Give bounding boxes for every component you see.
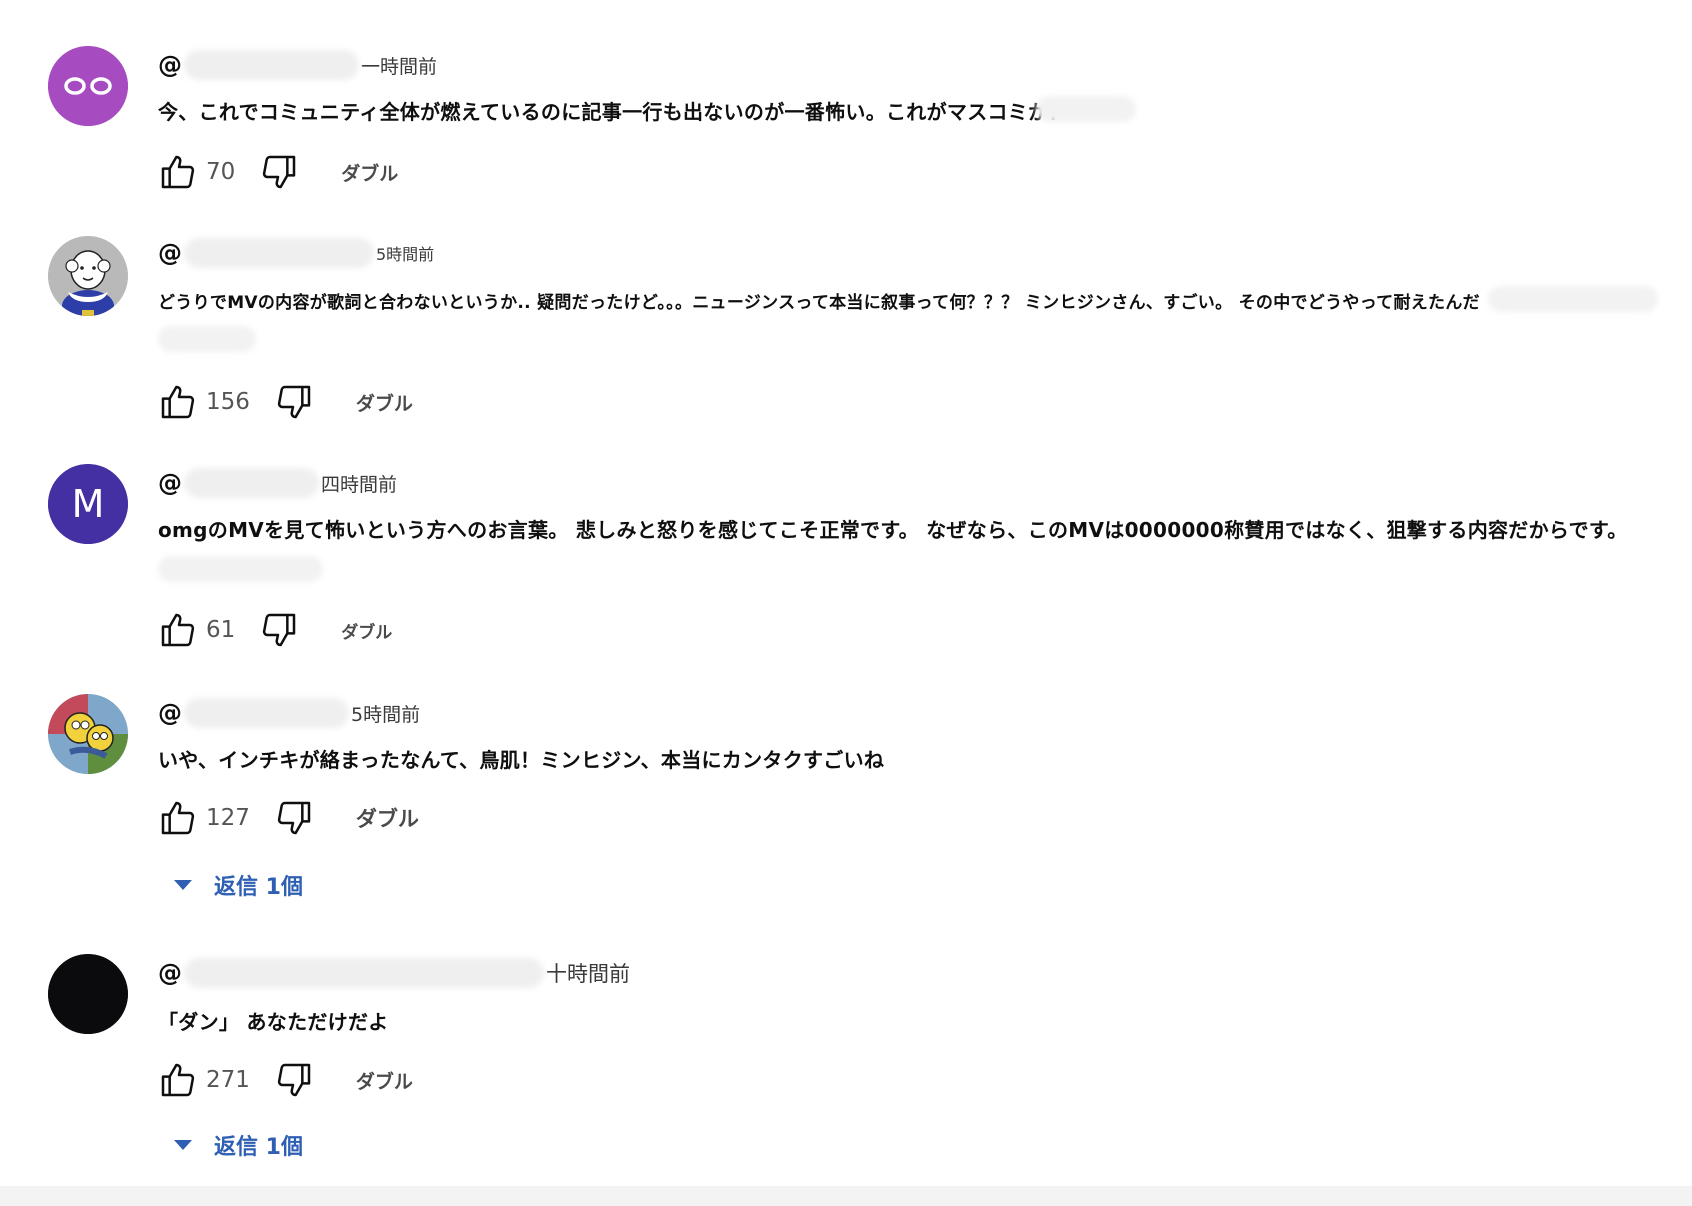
- dislike-button[interactable]: [257, 150, 301, 194]
- author-handle[interactable]: @: [158, 239, 182, 267]
- comment-header: @ 5時間前: [158, 696, 420, 730]
- author-handle[interactable]: @: [158, 699, 182, 727]
- redacted-text: [158, 556, 323, 582]
- comment-body: 「ダン」 あなただけだよ: [158, 1010, 389, 1034]
- author-handle[interactable]: @: [158, 469, 182, 497]
- eyes-avatar-icon[interactable]: [48, 46, 128, 126]
- dub-button[interactable]: ダブル: [356, 803, 419, 833]
- thumbs-down-icon: [277, 801, 311, 835]
- replies-label: 返信 1個: [214, 875, 303, 900]
- comment-time[interactable]: 5時間前: [376, 241, 434, 265]
- comment-time[interactable]: 四時間前: [321, 470, 397, 497]
- comment-body: omgのMVを見て怖いという方へのお言葉。 悲しみと怒りを感じてこそ正常です。 …: [158, 518, 1628, 542]
- thumbs-up-icon: [161, 385, 195, 419]
- thumbs-down-icon: [263, 613, 296, 647]
- replies-label: 返信 1個: [214, 1135, 303, 1160]
- redacted-text: [158, 326, 256, 352]
- show-replies-button[interactable]: 返信 1個: [174, 1128, 303, 1162]
- comment-actions: 61 ダブル: [156, 608, 392, 652]
- dislike-button[interactable]: [272, 1058, 316, 1102]
- dislike-button[interactable]: [272, 380, 316, 424]
- cartoon-avatar-icon[interactable]: [48, 694, 128, 774]
- black-avatar-icon[interactable]: [48, 954, 128, 1034]
- redacted-handle: [184, 238, 374, 268]
- comment-header: @ 十時間前: [158, 956, 630, 990]
- comment-actions: 70 ダブル: [156, 150, 398, 194]
- redacted-handle: [184, 50, 359, 80]
- thumbs-up-icon: [161, 1063, 195, 1097]
- chevron-down-icon: [174, 880, 192, 890]
- like-button[interactable]: [156, 796, 200, 840]
- letter-avatar-icon[interactable]: M: [48, 464, 128, 544]
- cartoon-old-man-avatar-icon[interactable]: [48, 236, 128, 316]
- like-button[interactable]: [156, 380, 200, 424]
- thumbs-down-icon: [277, 385, 311, 419]
- comment-header: @ 5時間前: [158, 236, 434, 270]
- show-replies-button[interactable]: 返信 1個: [174, 868, 303, 902]
- redacted-text: [1036, 96, 1136, 122]
- like-count: 156: [206, 389, 250, 415]
- comment-body: いや、インチキが絡まったなんて、鳥肌！ミンヒジン、本当にカンタクすごいね: [158, 748, 885, 772]
- comment-body: 今、これでコミュニティ全体が燃えているのに記事一行も出ないのが一番怖い。これがマ…: [158, 100, 1069, 124]
- thumbs-down-icon: [277, 1063, 311, 1097]
- author-handle[interactable]: @: [158, 51, 182, 79]
- like-button[interactable]: [156, 1058, 200, 1102]
- avatar-letter: M: [72, 482, 105, 526]
- comment-time[interactable]: 十時間前: [546, 958, 630, 988]
- page-bottom-divider: [0, 1186, 1692, 1206]
- redacted-text: [1488, 286, 1658, 312]
- like-button[interactable]: [156, 608, 200, 652]
- comment-actions: 127 ダブル: [156, 796, 419, 840]
- thumbs-up-icon: [161, 613, 195, 647]
- comment-header: @ 四時間前: [158, 466, 397, 500]
- like-count: 70: [206, 159, 236, 185]
- author-handle[interactable]: @: [158, 959, 182, 987]
- comment-header: @ 一時間前: [158, 48, 437, 82]
- comment-actions: 156 ダブル: [156, 380, 413, 424]
- like-count: 271: [206, 1067, 250, 1093]
- like-count: 61: [206, 617, 236, 643]
- thumbs-up-icon: [161, 801, 195, 835]
- redacted-handle: [184, 468, 319, 498]
- dub-button[interactable]: ダブル: [341, 618, 392, 643]
- like-button[interactable]: [156, 150, 200, 194]
- like-count: 127: [206, 805, 250, 831]
- comment-time[interactable]: 5時間前: [351, 700, 420, 727]
- dislike-button[interactable]: [257, 608, 301, 652]
- dub-button[interactable]: ダブル: [356, 389, 413, 416]
- redacted-handle: [184, 698, 349, 728]
- comment-actions: 271 ダブル: [156, 1058, 413, 1102]
- thumbs-up-icon: [161, 155, 195, 189]
- chevron-down-icon: [174, 1140, 192, 1150]
- redacted-handle: [184, 958, 544, 988]
- dub-button[interactable]: ダブル: [356, 1067, 413, 1094]
- dub-button[interactable]: ダブル: [341, 159, 398, 186]
- dislike-button[interactable]: [272, 796, 316, 840]
- thumbs-down-icon: [263, 155, 296, 189]
- comment-time[interactable]: 一時間前: [361, 52, 437, 79]
- comment-body: どうりでMVの内容が歌詞と合わないというか.. 疑問だったけど。。。ニュージンス…: [158, 293, 1480, 313]
